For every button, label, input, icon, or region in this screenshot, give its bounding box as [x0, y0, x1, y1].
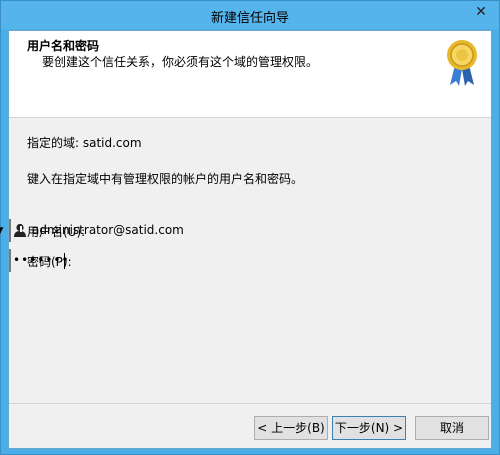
- cancel-button[interactable]: 取消: [415, 416, 489, 440]
- user-icon: [14, 223, 26, 237]
- username-combobox[interactable]: administrator@satid.com ▼: [0, 219, 184, 242]
- trust-wizard-window: 新建信任向导 ✕ 用户名和密码 要创建这个信任关系，你必须有这个域的管理权限。 …: [0, 0, 500, 455]
- next-button[interactable]: 下一步(N) >: [332, 416, 406, 440]
- window-title: 新建信任向导: [210, 11, 289, 26]
- instruction-text: 键入在指定域中有管理权限的帐户的用户名和密码。: [27, 172, 304, 186]
- page-subtitle: 要创建这个信任关系，你必须有这个域的管理权限。: [42, 55, 319, 69]
- certificate-medal-icon: [447, 40, 477, 86]
- password-value: •••••••: [13, 253, 70, 267]
- close-button[interactable]: ✕: [467, 1, 495, 22]
- chevron-down-icon[interactable]: ▼: [0, 222, 7, 239]
- title-bar: 新建信任向导 ✕: [1, 1, 499, 29]
- back-button[interactable]: < 上一步(B): [254, 416, 328, 440]
- text-caret: [64, 253, 65, 269]
- page-title: 用户名和密码: [27, 39, 100, 53]
- username-value: administrator@satid.com: [32, 223, 184, 237]
- wizard-client: 用户名和密码 要创建这个信任关系，你必须有这个域的管理权限。 指定的域: sat…: [0, 30, 492, 449]
- close-icon: ✕: [475, 3, 487, 20]
- wizard-body: 指定的域: satid.com 键入在指定域中有管理权限的帐户的用户名和密码。 …: [0, 118, 491, 403]
- password-field[interactable]: •••••••: [9, 249, 69, 272]
- domain-line: 指定的域: satid.com: [27, 136, 142, 150]
- footer-divider: [9, 403, 491, 404]
- wizard-header: 用户名和密码 要创建这个信任关系，你必须有这个域的管理权限。: [9, 31, 491, 118]
